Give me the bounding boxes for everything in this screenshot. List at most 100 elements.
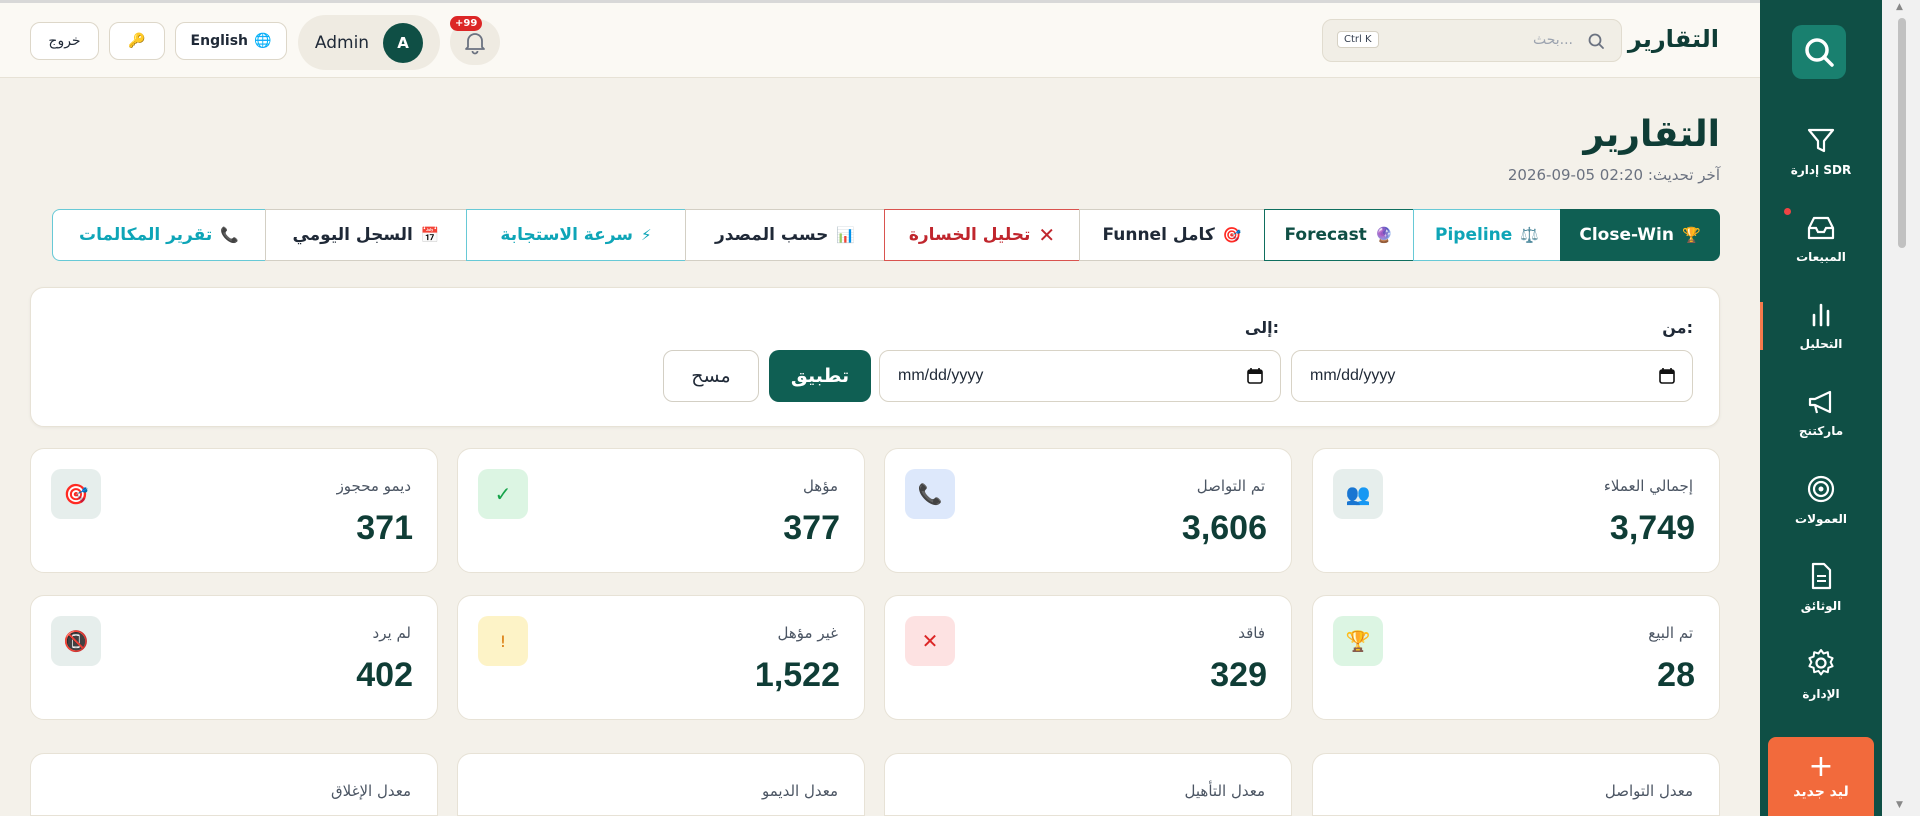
search-icon xyxy=(1587,32,1605,54)
calendar-icon[interactable] xyxy=(1658,367,1676,389)
notification-count-badge: +99 xyxy=(450,16,483,31)
target-icon: 🎯 xyxy=(1222,226,1242,244)
sidebar-item-label: الوثائق xyxy=(1800,599,1842,613)
stat-label: فاقد xyxy=(1238,624,1265,642)
change-password-button[interactable]: 🔑 xyxy=(109,22,165,60)
inbox-icon xyxy=(1807,216,1835,240)
calendar-icon[interactable] xyxy=(1246,367,1264,389)
scroll-up-arrow-icon[interactable]: ▲ xyxy=(1896,2,1903,12)
key-icon: 🔑 xyxy=(128,33,146,49)
page-scrollbar[interactable]: ▲ ▼ xyxy=(1882,0,1920,816)
sidebar-item-label: الإدارة xyxy=(1802,687,1840,701)
app-logo[interactable] xyxy=(1792,25,1846,79)
stat-card-demo-booked: ديمو محجوز 371 🎯 xyxy=(30,448,438,573)
stat-label: غير مؤهل xyxy=(777,624,838,642)
tab-pipeline[interactable]: Pipeline ⚖️ xyxy=(1413,209,1561,261)
stat-label: ديمو محجوز xyxy=(336,477,411,495)
tab-forecast[interactable]: Forecast 🔮 xyxy=(1264,209,1414,261)
tab-label: Close-Win xyxy=(1579,225,1674,245)
page-title: التقارير xyxy=(1583,114,1720,155)
trophy-icon: 🏆 xyxy=(1681,226,1701,244)
sidebar-item-documents[interactable]: الوثائق xyxy=(1760,547,1882,627)
clear-button[interactable]: مسح xyxy=(663,350,759,402)
tab-label: Forecast xyxy=(1284,225,1367,245)
sidebar-item-label: المبيعات xyxy=(1796,250,1846,264)
stat-card-sold: تم البيع 28 🏆 xyxy=(1312,595,1720,720)
filter-icon xyxy=(1807,128,1835,153)
stat-value: 1,522 xyxy=(754,656,840,694)
stat-value: 377 xyxy=(783,509,840,547)
target-icon xyxy=(1807,475,1835,503)
scroll-down-arrow-icon[interactable]: ▼ xyxy=(1896,800,1903,810)
search-input[interactable]: بحث... Ctrl K xyxy=(1322,19,1622,62)
stat-card-lost: فاقد 329 ✕ xyxy=(884,595,1292,720)
rate-label: معدل التواصل xyxy=(1604,782,1693,800)
sidebar-item-label: ماركتنج xyxy=(1798,424,1844,438)
tab-label: سرعة الاستجابة xyxy=(500,225,634,245)
language-switch-button[interactable]: English 🌐 xyxy=(175,22,287,60)
check-icon: ✓ xyxy=(478,469,528,519)
stat-card-no-answer: لم يرد 402 📵 xyxy=(30,595,438,720)
stat-card-unqualified: غير مؤهل 1,522 ! xyxy=(457,595,865,720)
sidebar-item-admin[interactable]: الإدارة xyxy=(1760,634,1882,714)
tab-by-source[interactable]: حسب المصدر 📊 xyxy=(685,209,885,261)
sidebar-item-label: إدارة SDR xyxy=(1790,163,1852,177)
stat-label: مؤهل xyxy=(802,477,838,495)
sidebar-item-sales[interactable]: المبيعات xyxy=(1760,199,1882,279)
header-title: التقارير xyxy=(1627,25,1719,53)
users-icon: 👥 xyxy=(1333,469,1383,519)
to-date-input[interactable]: mm/dd/yyyy xyxy=(879,350,1281,402)
rate-card-demo: معدل الديمو xyxy=(457,753,865,816)
from-date-value: mm/dd/yyyy xyxy=(1310,367,1396,384)
crystal-ball-icon: 🔮 xyxy=(1374,226,1394,244)
chart-icon: 📊 xyxy=(836,226,856,244)
document-icon xyxy=(1811,562,1832,590)
tab-label: Pipeline xyxy=(1435,225,1513,245)
stat-value: 3,606 xyxy=(1181,509,1267,547)
gear-icon xyxy=(1808,649,1834,676)
stat-value: 371 xyxy=(356,509,413,547)
warning-icon: ! xyxy=(478,616,528,666)
bar-chart-icon xyxy=(1812,303,1830,327)
stat-card-contacted: تم التواصل 3,606 📞 xyxy=(884,448,1292,573)
tab-loss-analysis[interactable]: تحليل الخسارة ✕ xyxy=(884,209,1080,261)
tab-close-win[interactable]: Close-Win 🏆 xyxy=(1560,209,1720,261)
phone-icon: 📞 xyxy=(905,469,955,519)
no-phone-icon: 📵 xyxy=(51,616,101,666)
rate-label: معدل الإغلاق xyxy=(331,782,411,800)
to-date-value: mm/dd/yyyy xyxy=(898,367,984,384)
stat-value: 329 xyxy=(1210,656,1267,694)
stat-label: تم البيع xyxy=(1648,624,1693,642)
sidebar-item-commissions[interactable]: العمولات xyxy=(1760,460,1882,540)
sidebar-item-sdr[interactable]: إدارة SDR xyxy=(1760,112,1882,192)
sidebar-item-analytics[interactable]: التحليل xyxy=(1760,286,1882,366)
lightning-icon: ⚡ xyxy=(641,226,652,244)
from-date-input[interactable]: mm/dd/yyyy xyxy=(1291,350,1693,402)
avatar: A xyxy=(383,22,424,63)
new-lead-button[interactable]: + ليد جديد xyxy=(1768,737,1874,816)
user-menu[interactable]: Admin A xyxy=(298,15,440,70)
sidebar: إدارة SDR المبيعات التحليل ماركتنج العمو… xyxy=(1760,0,1882,816)
plus-icon: + xyxy=(1808,748,1834,784)
from-label: من: xyxy=(1662,318,1693,337)
sidebar-item-marketing[interactable]: ماركتنج xyxy=(1760,373,1882,453)
sidebar-item-label: العمولات xyxy=(1795,512,1847,526)
language-label: English xyxy=(190,33,248,49)
tab-full-funnel[interactable]: Funnel كامل 🎯 xyxy=(1079,209,1265,261)
new-lead-label: ليد جديد xyxy=(1793,783,1849,800)
tab-label: حسب المصدر xyxy=(714,225,829,245)
stat-card-qualified: مؤهل 377 ✓ xyxy=(457,448,865,573)
tab-daily-log[interactable]: السجل اليومي 📅 xyxy=(265,209,467,261)
tab-label: تحليل الخسارة xyxy=(908,225,1031,245)
rate-card-qualification: معدل التأهيل xyxy=(884,753,1292,816)
notifications-button[interactable]: +99 xyxy=(450,16,500,65)
tab-response-speed[interactable]: سرعة الاستجابة ⚡ xyxy=(466,209,686,261)
scrollbar-thumb[interactable] xyxy=(1898,18,1906,248)
tab-calls-report[interactable]: تقرير المكالمات 📞 xyxy=(52,209,266,261)
apply-button[interactable]: تطبيق xyxy=(769,350,871,402)
stat-value: 3,749 xyxy=(1609,509,1695,547)
megaphone-icon xyxy=(1808,390,1832,414)
date-filter-card: من: إلى: mm/dd/yyyy mm/dd/yyyy تطبيق مسح xyxy=(30,287,1720,427)
logout-button[interactable]: خروج xyxy=(30,22,99,60)
tab-label: تقرير المكالمات xyxy=(79,225,213,245)
